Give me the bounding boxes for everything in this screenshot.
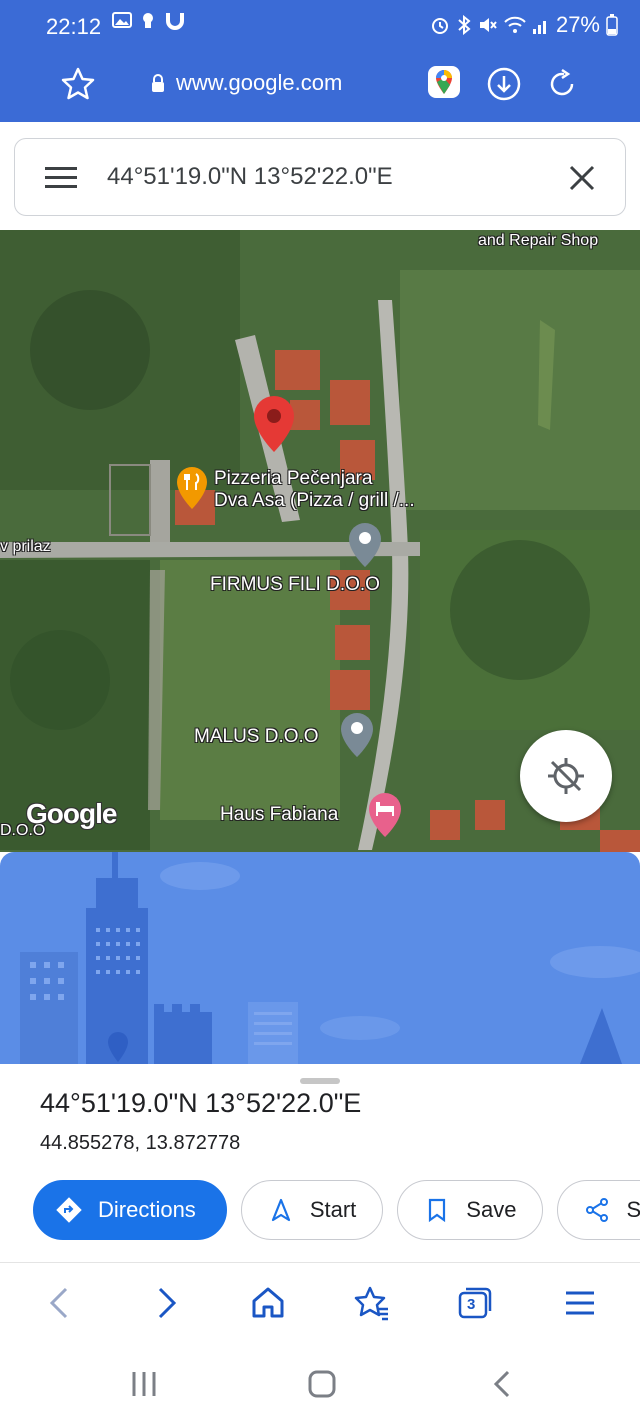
bluetooth-icon	[458, 15, 471, 35]
bookmark-star-icon[interactable]	[58, 64, 98, 104]
search-query[interactable]: 44°51'19.0"N 13°52'22.0"E	[107, 163, 393, 191]
share-label: S	[626, 1197, 640, 1222]
my-location-button[interactable]	[520, 730, 612, 822]
directions-icon	[56, 1197, 82, 1223]
signal-icon	[532, 21, 546, 34]
notification-icons	[112, 10, 186, 32]
place-sheet: 44°51'19.0"N 13°52'22.0"E 44.855278, 13.…	[0, 1064, 640, 1264]
bookmarks-icon[interactable]	[352, 1283, 392, 1323]
place-coordinates: 44.855278, 13.872778	[40, 1132, 241, 1154]
bookmark-icon	[429, 1198, 446, 1223]
gallery-icon	[112, 12, 132, 28]
menu-icon[interactable]	[560, 1283, 600, 1323]
magnet-icon	[166, 13, 184, 30]
map-label-firmus[interactable]: FIRMUS FILI D.O.O	[210, 574, 380, 596]
home-icon[interactable]	[248, 1283, 288, 1323]
place-title: 44°51'19.0"N 13°52'22.0"E	[40, 1088, 362, 1118]
screen: 22:12 27% www.google.com 44°51'19.0"N 13…	[0, 0, 640, 1422]
map-label-repair-shop[interactable]: and Repair Shop	[478, 230, 598, 252]
back-icon[interactable]	[40, 1283, 80, 1323]
system-nav-bar	[0, 1344, 640, 1422]
pizzeria-name-line1: Pizzeria Pečenjara	[214, 468, 373, 489]
browser-toolbar: www.google.com	[0, 56, 640, 122]
directions-label: Directions	[98, 1197, 196, 1222]
map-label-pizzeria[interactable]: Pizzeria Pečenjara Dva Asa (Pizza / gril…	[214, 468, 415, 512]
search-box[interactable]: 44°51'19.0"N 13°52'22.0"E	[14, 138, 626, 216]
pizzeria-name-line2: Dva Asa (Pizza / grill /...	[214, 490, 415, 511]
place-illustration	[0, 852, 640, 1064]
app-notification-icon	[143, 13, 153, 28]
start-label: Start	[309, 1197, 357, 1222]
map-label-haus[interactable]: Haus Fabiana	[220, 804, 338, 826]
browser-nav-bar: 3	[0, 1262, 640, 1344]
restaurant-pin-icon[interactable]	[176, 466, 208, 510]
status-bar: 22:12 27%	[0, 0, 640, 56]
place-pin-icon[interactable]	[348, 522, 382, 568]
maps-app-icon[interactable]	[428, 66, 460, 98]
system-back-icon[interactable]	[484, 1366, 520, 1402]
download-icon[interactable]	[486, 66, 522, 102]
menu-icon[interactable]	[45, 165, 77, 191]
alarm-icon	[431, 18, 448, 34]
recent-apps-icon[interactable]	[126, 1366, 162, 1402]
wifi-icon	[504, 16, 526, 33]
share-icon	[586, 1198, 609, 1222]
action-chips: Directions Start Save S	[33, 1180, 640, 1240]
url-text: www.google.com	[176, 70, 343, 95]
navigation-arrow-icon	[271, 1198, 290, 1222]
mute-icon	[479, 18, 497, 32]
battery-icon	[606, 14, 618, 36]
save-button[interactable]: Save	[397, 1180, 544, 1240]
map-label-malus[interactable]: MALUS D.O.O	[194, 726, 319, 748]
map-label-street: v prilaz	[0, 538, 51, 555]
home-button-icon[interactable]	[304, 1366, 340, 1402]
address-bar[interactable]: www.google.com	[150, 70, 342, 96]
place-pin-icon[interactable]	[340, 712, 374, 758]
tabs-button[interactable]: 3	[454, 1283, 494, 1323]
google-logo: Google	[26, 798, 117, 829]
hotel-pin-icon[interactable]	[368, 792, 402, 838]
reload-icon[interactable]	[544, 66, 580, 102]
dropped-pin-icon[interactable]	[252, 394, 296, 454]
start-button[interactable]: Start	[240, 1180, 384, 1240]
battery-percent: 27%	[555, 12, 600, 37]
city-illustration	[20, 852, 640, 1064]
forward-icon[interactable]	[146, 1283, 186, 1323]
drag-handle[interactable]	[300, 1078, 340, 1084]
location-off-icon	[548, 758, 584, 794]
save-label: Save	[466, 1197, 517, 1222]
share-button[interactable]: S	[557, 1180, 640, 1240]
browser-header: 22:12 27% www.google.com	[0, 0, 640, 122]
directions-button[interactable]: Directions	[33, 1180, 227, 1240]
tabs-count: 3	[467, 1296, 476, 1313]
lock-icon	[152, 74, 164, 92]
close-icon[interactable]	[567, 163, 597, 193]
status-right: 27%	[430, 12, 618, 38]
satellite-map[interactable]: and Repair Shop Pizzeria Pečenjara Dva A…	[0, 230, 640, 852]
status-time: 22:12	[46, 14, 102, 39]
